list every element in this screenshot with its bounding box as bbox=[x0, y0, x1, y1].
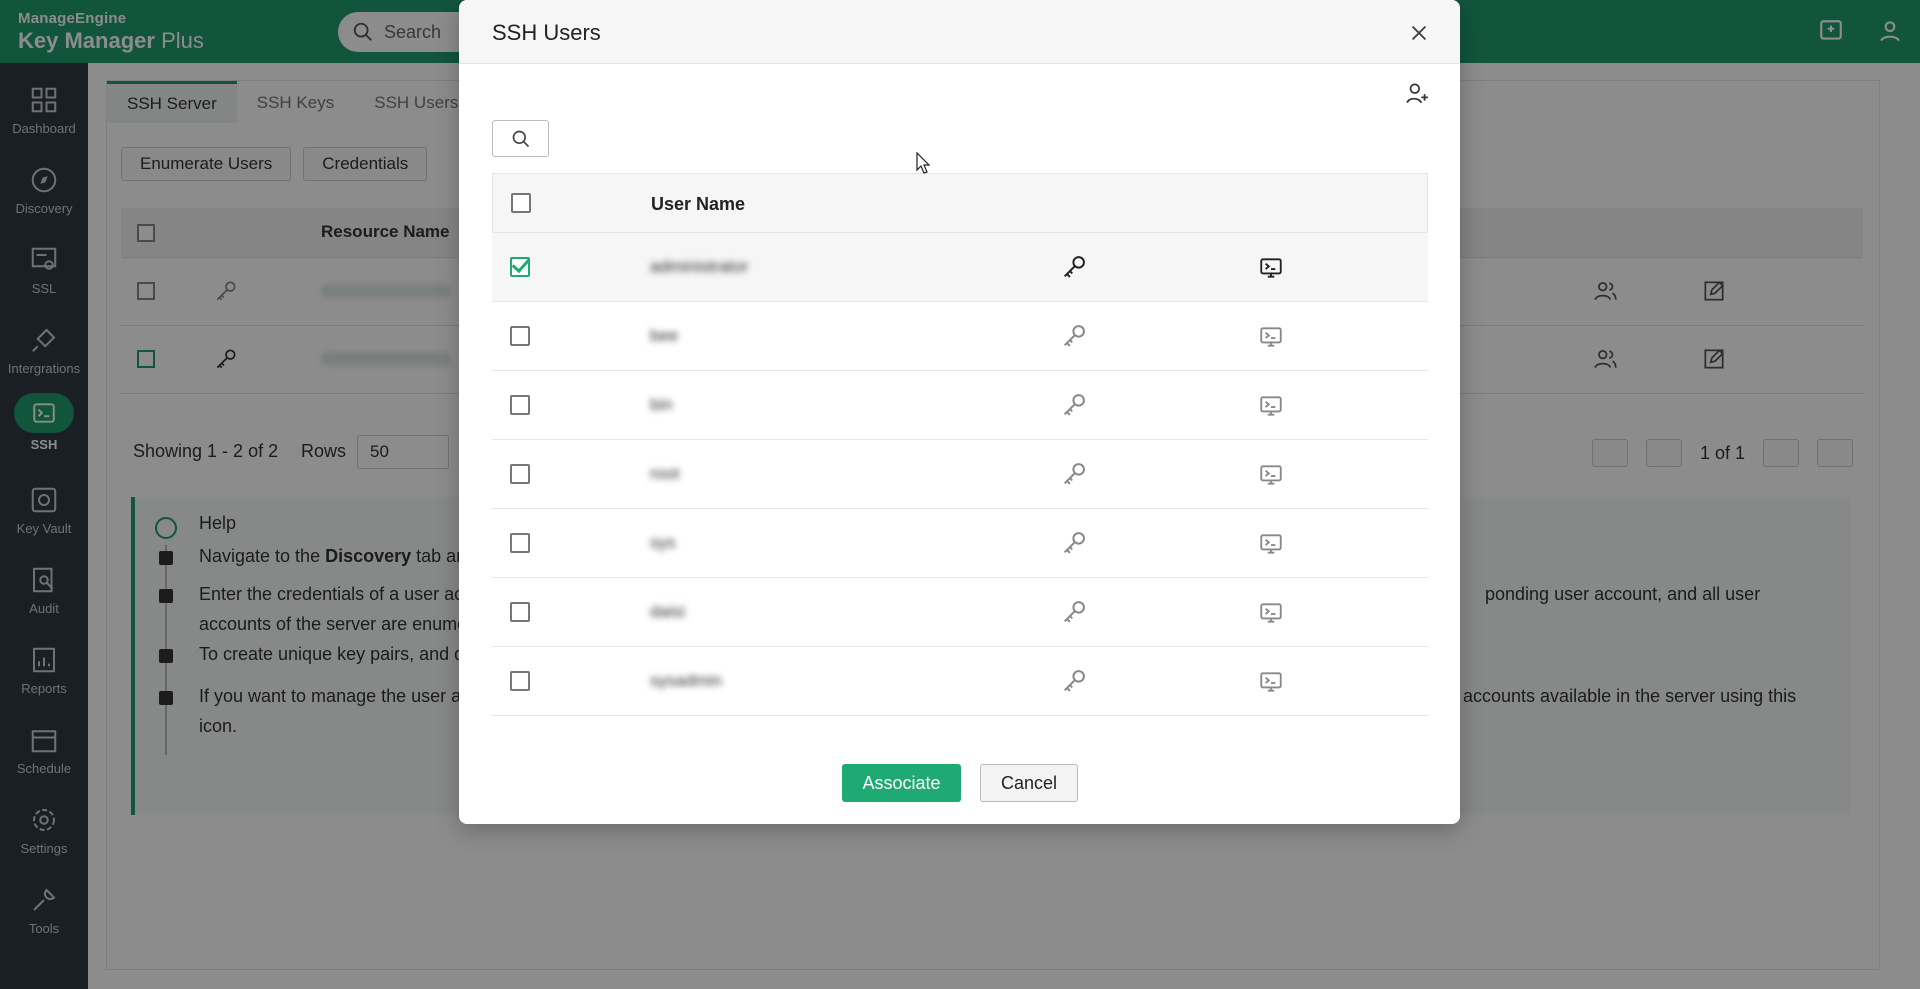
close-icon[interactable] bbox=[1408, 22, 1430, 44]
user-checkbox[interactable] bbox=[510, 602, 530, 622]
table-row[interactable]: bee bbox=[492, 302, 1428, 371]
table-row[interactable]: daisi bbox=[492, 578, 1428, 647]
terminal-icon[interactable] bbox=[1258, 324, 1284, 350]
user-checkbox[interactable] bbox=[510, 671, 530, 691]
key-icon[interactable] bbox=[1060, 460, 1088, 488]
user-name: administrator bbox=[650, 257, 749, 276]
table-row[interactable]: administrator bbox=[492, 233, 1428, 302]
user-checkbox[interactable] bbox=[510, 464, 530, 484]
user-checkbox[interactable] bbox=[510, 395, 530, 415]
ssh-users-dialog: SSH Users User Name administrator bee bin r… bbox=[459, 0, 1460, 824]
terminal-icon[interactable] bbox=[1258, 600, 1284, 626]
user-name: bee bbox=[650, 326, 679, 345]
table-row[interactable]: bin bbox=[492, 371, 1428, 440]
associate-button[interactable]: Associate bbox=[842, 764, 961, 802]
user-name: bin bbox=[650, 395, 673, 414]
user-checkbox[interactable] bbox=[510, 533, 530, 553]
mouse-cursor-icon bbox=[916, 152, 930, 174]
add-user-icon[interactable] bbox=[1404, 80, 1430, 106]
user-checkbox[interactable] bbox=[510, 326, 530, 346]
key-icon[interactable] bbox=[1060, 529, 1088, 557]
user-name: daisi bbox=[650, 602, 685, 621]
terminal-icon[interactable] bbox=[1258, 531, 1284, 557]
search-icon bbox=[512, 130, 529, 147]
user-search-button[interactable] bbox=[492, 120, 549, 157]
key-icon[interactable] bbox=[1060, 322, 1088, 350]
dialog-header: SSH Users bbox=[459, 0, 1460, 64]
user-name: sys bbox=[650, 533, 676, 552]
terminal-icon[interactable] bbox=[1258, 255, 1284, 281]
key-icon[interactable] bbox=[1060, 253, 1088, 281]
key-icon[interactable] bbox=[1060, 391, 1088, 419]
ssh-users-table: User Name administrator bee bin root sys dais… bbox=[492, 173, 1428, 716]
select-all-checkbox[interactable] bbox=[511, 193, 531, 213]
cancel-button[interactable]: Cancel bbox=[980, 764, 1078, 802]
terminal-icon[interactable] bbox=[1258, 462, 1284, 488]
user-checkbox[interactable] bbox=[510, 257, 530, 277]
table-row[interactable]: sysadmin bbox=[492, 647, 1428, 716]
key-icon[interactable] bbox=[1060, 598, 1088, 626]
user-name-header: User Name bbox=[651, 194, 746, 214]
user-name: sysadmin bbox=[650, 671, 722, 690]
user-name: root bbox=[650, 464, 680, 483]
terminal-icon[interactable] bbox=[1258, 393, 1284, 419]
table-row[interactable]: root bbox=[492, 440, 1428, 509]
key-icon[interactable] bbox=[1060, 667, 1088, 695]
table-header: User Name bbox=[492, 173, 1428, 233]
table-row[interactable]: sys bbox=[492, 509, 1428, 578]
user-rows: administrator bee bin root sys daisi sysadmin bbox=[492, 233, 1428, 716]
terminal-icon[interactable] bbox=[1258, 669, 1284, 695]
dialog-title: SSH Users bbox=[492, 20, 601, 45]
